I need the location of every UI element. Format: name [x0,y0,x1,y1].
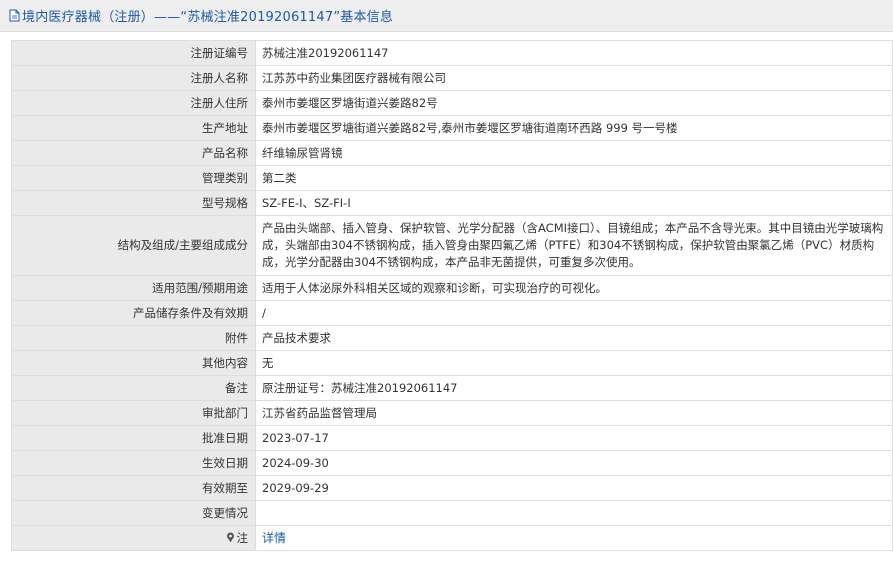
table-row: 注 详情 [11,525,893,551]
field-label: 生效日期 [11,450,256,476]
field-label: 结构及组成/主要组成成分 [11,215,256,276]
field-label: 型号规格 [11,190,256,216]
field-value: 江苏苏中药业集团医疗器械有限公司 [255,65,893,91]
table-row: 注册人住所 泰州市姜堰区罗塘街道兴姜路82号 [11,90,893,116]
field-label: 适用范围/预期用途 [11,275,256,301]
field-value: 产品技术要求 [255,325,893,351]
field-value: 2024-09-30 [255,450,893,476]
field-value: 2023-07-17 [255,425,893,451]
table-row: 管理类别 第二类 [11,165,893,191]
table-row: 产品名称 纤维输尿管肾镜 [11,140,893,166]
field-label: 审批部门 [11,400,256,426]
field-value: 江苏省药品监督管理局 [255,400,893,426]
field-value: SZ-FE-I、SZ-FI-I [255,190,893,216]
table-row: 变更情况 [11,500,893,526]
field-label: 注册证编号 [11,40,256,66]
table-row: 批准日期 2023-07-17 [11,425,893,451]
table-row: 注册证编号 苏械注准20192061147 [11,40,893,66]
table-row: 产品储存条件及有效期 / [11,300,893,326]
field-label: 生产地址 [11,115,256,141]
field-value: 2029-09-29 [255,475,893,501]
table-row: 其他内容 无 [11,350,893,376]
field-label: 有效期至 [11,475,256,501]
field-label: 附件 [11,325,256,351]
field-label: 变更情况 [11,500,256,526]
pin-icon [226,532,234,542]
field-value: 泰州市姜堰区罗塘街道兴姜路82号 [255,90,893,116]
page-header: 境内医疗器械（注册）——“苏械注准20192061147”基本信息 [0,0,893,32]
field-value: 无 [255,350,893,376]
field-label: 产品储存条件及有效期 [11,300,256,326]
field-value: 泰州市姜堰区罗塘街道兴姜路82号,泰州市姜堰区罗塘街道南环西路 999 号一号楼 [255,115,893,141]
field-value: 第二类 [255,165,893,191]
device-info-table: 注册证编号 苏械注准20192061147 注册人名称 江苏苏中药业集团医疗器械… [11,40,893,551]
table-row: 型号规格 SZ-FE-I、SZ-FI-I [11,190,893,216]
note-label: 注 [236,530,249,545]
field-value: 苏械注准20192061147 [255,40,893,66]
field-label: 备注 [11,375,256,401]
table-row: 有效期至 2029-09-29 [11,475,893,501]
note-label-cell: 注 [11,525,256,551]
table-row: 附件 产品技术要求 [11,325,893,351]
field-label: 其他内容 [11,350,256,376]
table-row: 生效日期 2024-09-30 [11,450,893,476]
field-label: 产品名称 [11,140,256,166]
detail-link[interactable]: 详情 [262,531,286,545]
table-row: 结构及组成/主要组成成分 产品由头端部、插入管身、保护软管、光学分配器（含ACM… [11,215,893,276]
table-row: 生产地址 泰州市姜堰区罗塘街道兴姜路82号,泰州市姜堰区罗塘街道南环西路 999… [11,115,893,141]
field-label: 注册人住所 [11,90,256,116]
table-row: 适用范围/预期用途 适用于人体泌尿外科相关区域的观察和诊断，可实现治疗的可视化。 [11,275,893,301]
note-value-cell: 详情 [255,525,893,551]
document-icon [9,9,20,22]
field-value: 纤维输尿管肾镜 [255,140,893,166]
page-title: 境内医疗器械（注册）——“苏械注准20192061147”基本信息 [22,10,394,25]
field-value: / [255,300,893,326]
table-row: 审批部门 江苏省药品监督管理局 [11,400,893,426]
table-row: 注册人名称 江苏苏中药业集团医疗器械有限公司 [11,65,893,91]
table-row: 备注 原注册证号：苏械注准20192061147 [11,375,893,401]
field-label: 管理类别 [11,165,256,191]
field-value [255,500,893,526]
field-value: 产品由头端部、插入管身、保护软管、光学分配器（含ACMI接口）、目镜组成；本产品… [255,215,893,276]
field-label: 注册人名称 [11,65,256,91]
field-label: 批准日期 [11,425,256,451]
field-value: 原注册证号：苏械注准20192061147 [255,375,893,401]
field-value: 适用于人体泌尿外科相关区域的观察和诊断，可实现治疗的可视化。 [255,275,893,301]
